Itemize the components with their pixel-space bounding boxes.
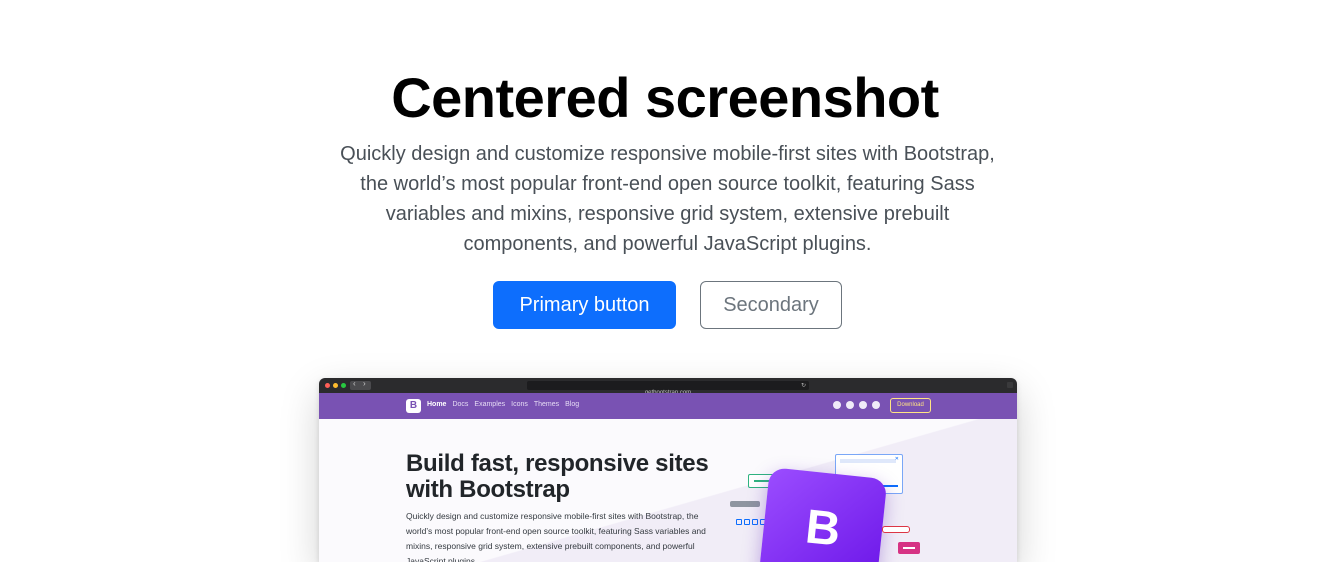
twitter-icon: [846, 401, 854, 409]
bootstrap-logo: B: [406, 399, 421, 413]
bootstrap-site-screenshot: ‹› getbootstrap.com ↻ B Home Docs Exampl…: [319, 378, 1017, 562]
progress-illustration: [882, 526, 910, 533]
nav-link-home: Home: [427, 401, 447, 408]
primary-button[interactable]: Primary button: [493, 281, 676, 329]
download-button: Download: [890, 398, 931, 413]
button-illustration: [898, 542, 920, 554]
opencollective-icon: [859, 401, 867, 409]
github-icon: [833, 401, 841, 409]
minimize-window-icon: [333, 383, 338, 388]
hero-lead: Quickly design and customize responsive …: [340, 143, 995, 255]
theme-toggle-icon: [872, 401, 880, 409]
maximize-window-icon: [341, 383, 346, 388]
nav-icons: [833, 401, 880, 409]
reload-icon: ↻: [800, 383, 806, 389]
bootstrap-lead: Quickly design and customize responsive …: [406, 511, 706, 562]
bootstrap-heading: Build fast, responsive sites with Bootst…: [406, 450, 709, 503]
checkbox-illustration: [736, 519, 766, 525]
secondary-button[interactable]: Secondary: [700, 281, 842, 329]
bootstrap-illustration: ✕ B: [724, 449, 934, 562]
nav-links: Home Docs Examples Icons Themes Blog: [427, 401, 579, 408]
page-title: Centered screenshot: [391, 66, 939, 129]
bootstrap-hero: Build fast, responsive sites with Bootst…: [319, 419, 1017, 562]
nav-link-blog: Blog: [565, 401, 580, 408]
bootstrap-navbar: B Home Docs Examples Icons Themes Blog D…: [319, 393, 1017, 419]
nav-link-icons: Icons: [511, 401, 528, 408]
bootstrap-b-icon: B: [758, 467, 888, 562]
back-forward-icon: ‹ ›: [350, 379, 371, 390]
nav-link-examples: Examples: [474, 401, 506, 408]
input-illustration: [730, 501, 760, 507]
browser-chrome: ‹› getbootstrap.com ↻: [319, 378, 1017, 396]
close-window-icon: [325, 383, 330, 388]
nav-link-docs: Docs: [452, 401, 469, 408]
extension-icon: [1007, 382, 1013, 388]
nav-link-themes: Themes: [533, 401, 560, 408]
url-bar: getbootstrap.com ↻: [527, 381, 809, 396]
